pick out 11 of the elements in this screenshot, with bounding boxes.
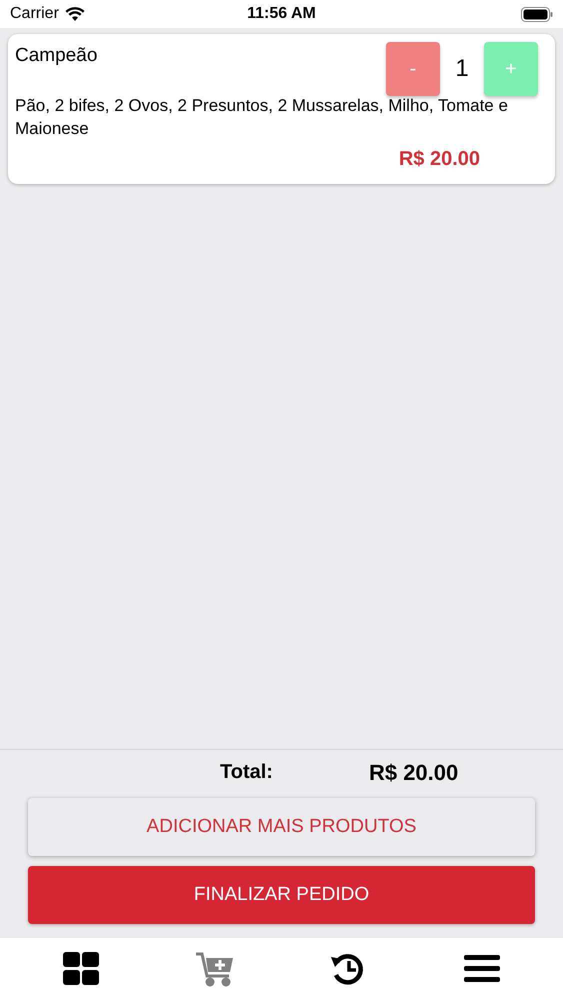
product-price: R$ 20.00 <box>398 147 480 172</box>
decrease-button[interactable]: - <box>386 42 440 96</box>
quantity-value: 1 <box>454 54 470 84</box>
product-name: Campeão <box>15 44 98 68</box>
finish-order-button[interactable]: FINALIZAR PEDIDO <box>28 866 535 924</box>
carrier-label: Carrier <box>10 4 59 24</box>
clock-time: 11:56 AM <box>247 4 316 24</box>
product-description: Pão, 2 bifes, 2 Ovos, 2 Presuntos, 2 Mussarelas, Milho, Tomate e Maionese <box>15 95 509 140</box>
total-value: R$ 20.00 <box>368 758 458 786</box>
total-label: Total: <box>220 760 273 785</box>
add-more-products-button[interactable]: ADICIONAR MAIS PRODUTOS <box>28 798 535 856</box>
